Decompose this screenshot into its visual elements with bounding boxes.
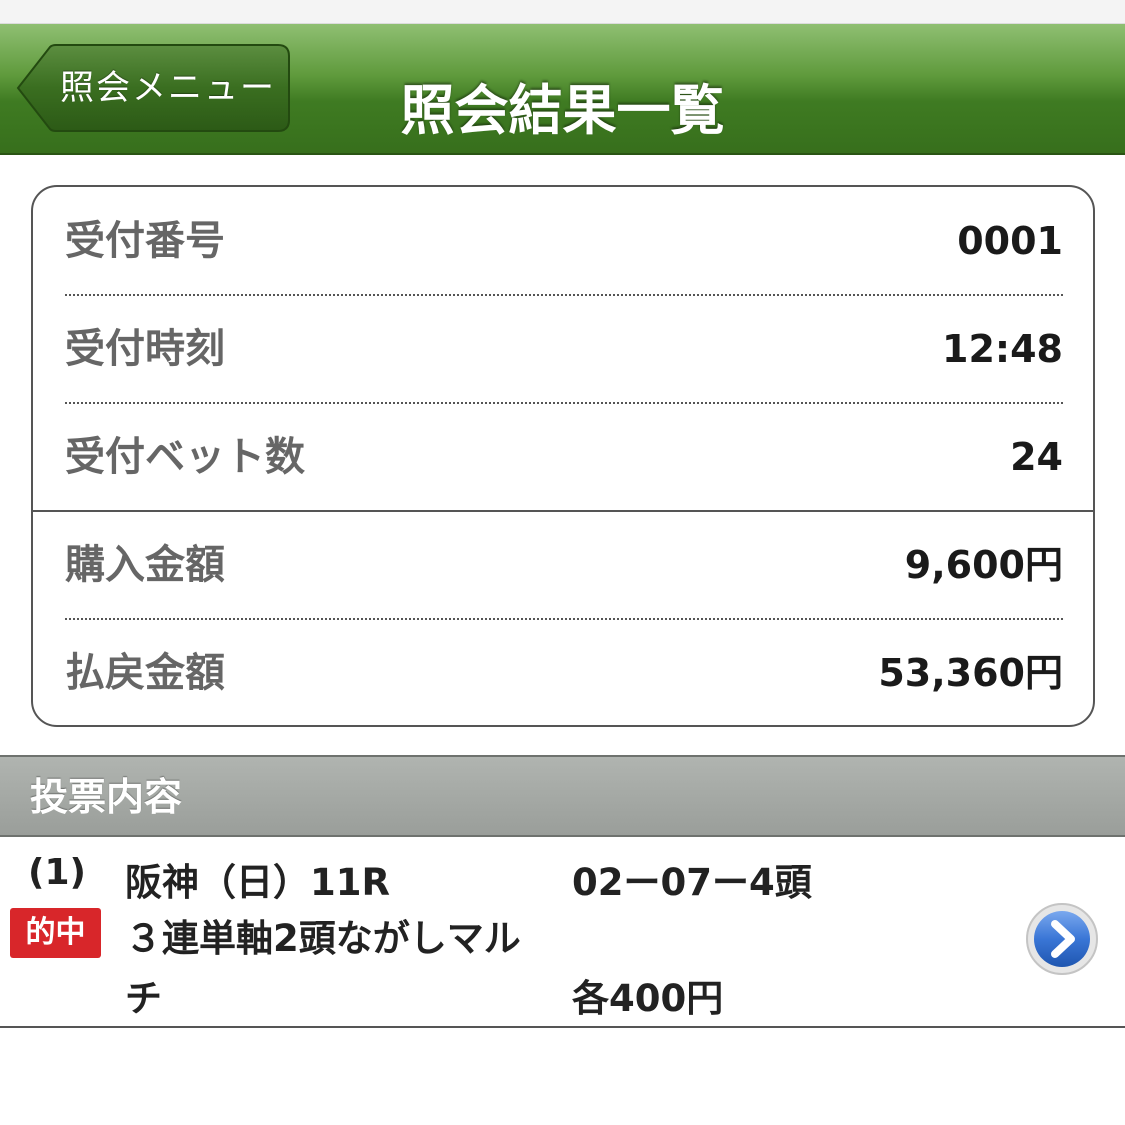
summary-row-payout-amount: 払戻金額 53,360円 <box>65 619 1063 727</box>
summary-row-receipt-number: 受付番号 0001 <box>65 187 1063 295</box>
payout-amount-value: 53,360円 <box>878 651 1063 695</box>
summary-card: 受付番号 0001 受付時刻 12:48 受付ベット数 24 購入金額 9,60… <box>31 185 1095 727</box>
back-button-label: 照会メニュー <box>60 68 276 108</box>
bet-type: ３連単軸2頭ながしマル <box>125 917 521 960</box>
detail-button[interactable] <box>1024 901 1100 977</box>
section-header: 投票内容 <box>0 755 1125 837</box>
summary-row-purchase-amount: 購入金額 9,600円 <box>65 511 1063 619</box>
summary-row-bet-count: 受付ベット数 24 <box>65 403 1063 511</box>
receipt-number-value: 0001 <box>957 219 1063 263</box>
receipt-time-value: 12:48 <box>942 327 1063 371</box>
purchase-amount-value: 9,600円 <box>904 543 1063 587</box>
bet-count-label: 受付ベット数 <box>65 434 305 480</box>
summary-row-receipt-time: 受付時刻 12:48 <box>65 295 1063 403</box>
bet-amount: 各400円 <box>572 977 724 1020</box>
receipt-number-label: 受付番号 <box>65 218 225 264</box>
bet-type-continued: チ <box>125 977 162 1020</box>
back-button[interactable]: 照会メニュー <box>16 44 291 132</box>
receipt-time-label: 受付時刻 <box>65 326 225 372</box>
bet-venue: 阪神（日）11R <box>125 861 390 904</box>
section-title: 投票内容 <box>30 775 183 819</box>
purchase-amount-label: 購入金額 <box>65 542 225 588</box>
page-title: 照会結果一覧 <box>400 79 725 142</box>
bet-combination: 02ー07ー4頭 <box>572 861 812 904</box>
bet-number: (1) <box>28 852 86 893</box>
payout-amount-label: 払戻金額 <box>65 650 225 696</box>
navigation-bar: 照会メニュー 照会結果一覧 <box>0 24 1125 155</box>
status-strip <box>0 0 1125 24</box>
hit-badge: 的中 <box>10 908 101 958</box>
bet-list-item[interactable]: (1) 的中 阪神（日）11R ３連単軸2頭ながしマル チ 02ー07ー4頭 各… <box>0 838 1125 1028</box>
bet-count-value: 24 <box>1010 435 1063 479</box>
chevron-right-circle-icon <box>1026 903 1098 975</box>
